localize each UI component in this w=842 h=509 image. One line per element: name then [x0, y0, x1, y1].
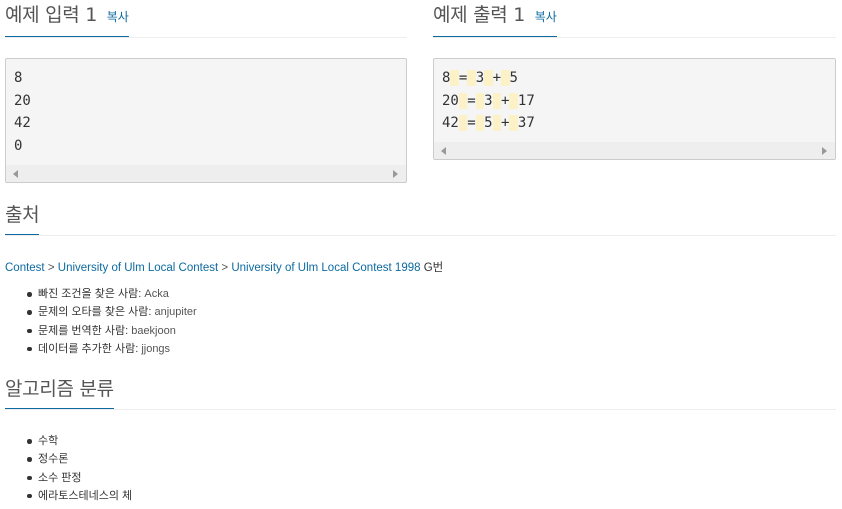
algorithm-tag-link[interactable]: 수학: [38, 435, 58, 447]
credit-user-link[interactable]: Acka: [144, 288, 168, 300]
list-item: 정수론: [24, 450, 132, 468]
input-line: 20: [14, 92, 31, 109]
sample-output-box: 8 = 3 + 5 20 = 3 + 17 42 = 5 + 37: [433, 58, 836, 160]
breadcrumb-contest-link[interactable]: Contest: [5, 262, 45, 274]
scroll-right-arrow-icon[interactable]: [393, 170, 398, 178]
scroll-left-arrow-icon[interactable]: [13, 170, 18, 178]
output-token: 3: [484, 92, 493, 109]
output-token: 5: [484, 115, 493, 131]
output-line: 20 = 3 + 17: [442, 92, 535, 109]
credits-list: 빠진 조건을 찾은 사람: Acka 문제의 오타를 찾은 사람: anjupi…: [24, 285, 197, 358]
output-token: 3: [475, 70, 485, 86]
algorithm-tags-list: 수학 정수론 소수 판정 에라토스테네스의 체: [24, 432, 132, 505]
list-item: 데이터를 추가한 사람: jjongs: [24, 340, 197, 358]
output-token: =: [467, 115, 476, 131]
algorithm-tag-link[interactable]: 정수론: [38, 453, 68, 465]
sample-input-box: 8 20 42 0: [5, 58, 407, 183]
input-line: 8: [14, 70, 23, 86]
input-line: 42: [14, 115, 31, 131]
scroll-left-arrow-icon[interactable]: [441, 147, 446, 155]
breadcrumb-ulm-link[interactable]: University of Ulm Local Contest: [58, 262, 218, 274]
source-breadcrumb: Contest > University of Ulm Local Contes…: [5, 259, 443, 275]
credit-label: 빠진 조건을 찾은 사람:: [38, 288, 142, 300]
output-token: +: [492, 70, 502, 86]
algorithm-tag-link[interactable]: 소수 판정: [38, 472, 82, 484]
sample-input-code: 8 20 42 0: [6, 59, 406, 161]
input-horizontal-scrollbar[interactable]: [6, 165, 406, 182]
copy-input-button[interactable]: 복사: [107, 10, 129, 24]
output-token: 20: [442, 92, 459, 109]
sample-input-title-wrap: 예제 입력 1 복사: [5, 4, 129, 37]
sample-input-header: 예제 입력 1 복사: [5, 4, 407, 38]
list-item: 에라토스테네스의 체: [24, 487, 132, 505]
input-line: 0: [14, 137, 23, 154]
sample-input-title: 예제 입력 1: [5, 4, 97, 26]
sample-output-title-wrap: 예제 출력 1 복사: [433, 4, 557, 37]
output-horizontal-scrollbar[interactable]: [434, 142, 835, 159]
credit-label: 문제의 오타를 찾은 사람:: [38, 306, 152, 319]
breadcrumb-separator: >: [221, 262, 229, 274]
sample-output-code: 8 = 3 + 5 20 = 3 + 17 42 = 5 + 37: [434, 59, 835, 139]
breadcrumb-separator: >: [47, 262, 55, 274]
list-item: 문제의 오타를 찾은 사람: anjupiter: [24, 303, 197, 321]
source-header: 출처: [5, 204, 836, 236]
algorithm-tag-link[interactable]: 에라토스테네스의 체: [38, 490, 132, 502]
credit-user-link[interactable]: anjupiter: [155, 306, 197, 318]
output-token: 5: [509, 70, 518, 86]
output-token: =: [467, 92, 476, 109]
source-title: 출처: [5, 204, 40, 235]
list-item: 문제를 번역한 사람: baekjoon: [24, 322, 197, 340]
sample-output-title: 예제 출력 1: [433, 4, 525, 26]
algorithms-header: 알고리즘 분류: [5, 378, 836, 410]
output-line: 42 = 5 + 37: [442, 115, 535, 131]
credit-label: 문제를 번역한 사람:: [38, 324, 129, 337]
list-item: 빠진 조건을 찾은 사람: Acka: [24, 285, 197, 303]
algorithms-title: 알고리즘 분류: [5, 378, 114, 409]
credit-label: 데이터를 추가한 사람:: [38, 342, 139, 355]
breadcrumb-ulm-1998-link[interactable]: University of Ulm Local Contest 1998: [231, 262, 420, 274]
credit-user-link[interactable]: baekjoon: [131, 325, 176, 337]
scroll-right-arrow-icon[interactable]: [822, 147, 827, 155]
list-item: 소수 판정: [24, 469, 132, 487]
output-line: 8 = 3 + 5: [442, 70, 518, 86]
copy-output-button[interactable]: 복사: [535, 10, 557, 24]
credit-user-link[interactable]: jjongs: [141, 343, 170, 355]
list-item: 수학: [24, 432, 132, 450]
output-token: 42: [442, 115, 459, 131]
sample-output-header: 예제 출력 1 복사: [433, 4, 836, 38]
output-token: 17: [517, 92, 535, 109]
breadcrumb-problem-suffix: G번: [423, 262, 444, 274]
output-token: 37: [517, 115, 535, 131]
